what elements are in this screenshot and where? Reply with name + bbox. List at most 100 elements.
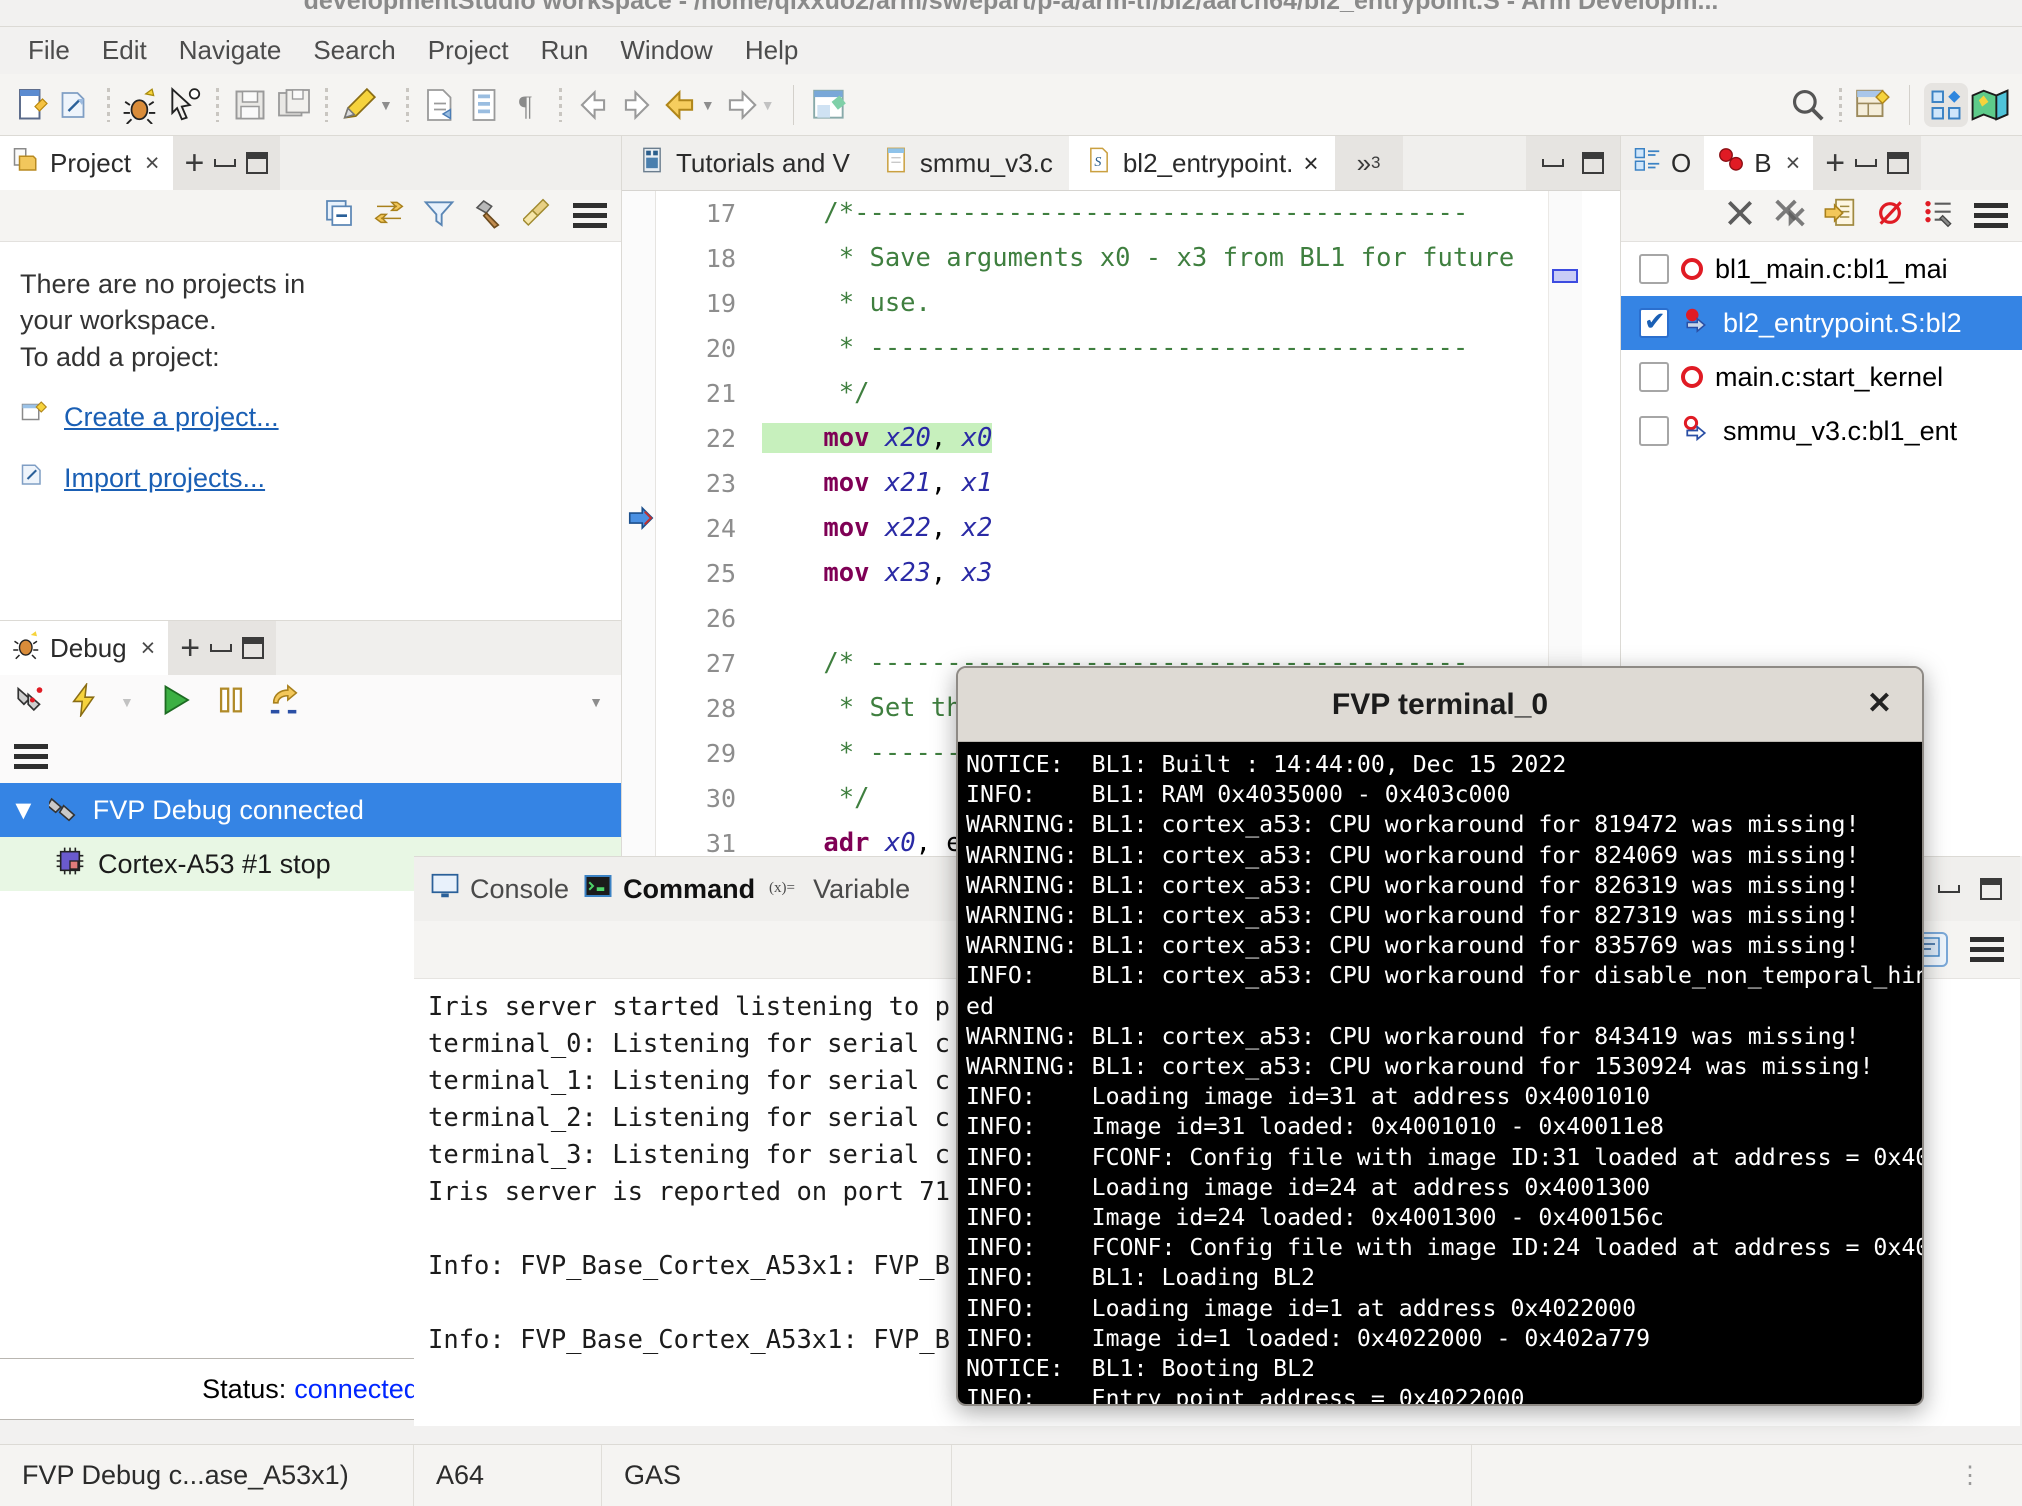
code-line[interactable]: * Save arguments x0 - x3 from BL1 for fu… [762, 236, 1620, 281]
forward-dropdown-caret[interactable]: ▼ [761, 97, 775, 113]
resume-run-icon[interactable] [158, 682, 194, 723]
close-icon[interactable]: × [1786, 149, 1801, 178]
code-line[interactable] [762, 596, 1620, 641]
tab-bl2-entrypoint[interactable]: S bl2_entrypoint. × [1068, 136, 1335, 190]
tab-tutorials-and-v[interactable]: Tutorials and V [622, 136, 866, 190]
tab-command[interactable]: Command [583, 871, 755, 908]
status-resize-grip[interactable]: ⋮ [1958, 1464, 2022, 1488]
breakpoint-checkbox[interactable] [1639, 254, 1669, 284]
disconnect-icon[interactable] [14, 683, 48, 722]
view-menu-icon[interactable] [1974, 203, 2008, 228]
step-forward-icon[interactable] [615, 83, 659, 127]
maximize-icon[interactable] [1980, 878, 2002, 900]
filter-icon[interactable] [423, 197, 455, 234]
collapse-all-icon[interactable] [323, 197, 355, 234]
code-line[interactable]: mov x22, x2 [762, 506, 1620, 551]
fvp-terminal-window[interactable]: FVP terminal_0 ✕ NOTICE: BL1: Built : 14… [956, 666, 1924, 1406]
code-line[interactable]: * use. [762, 281, 1620, 326]
minimize-icon[interactable] [1938, 885, 1960, 893]
save-icon[interactable] [228, 83, 272, 127]
more-dropdown-caret[interactable]: ▼ [589, 694, 603, 710]
tab-project[interactable]: Project × [0, 136, 173, 190]
menu-project[interactable]: Project [414, 31, 523, 70]
close-icon[interactable]: × [1303, 148, 1318, 179]
code-line[interactable]: mov x23, x3 [762, 551, 1620, 596]
tab-outline[interactable]: O [1621, 136, 1704, 190]
perspective-map-icon[interactable] [1968, 83, 2012, 127]
minimize-icon[interactable] [210, 644, 233, 652]
flash-icon[interactable] [68, 681, 102, 722]
import-icon[interactable] [54, 83, 98, 127]
menu-file[interactable]: File [14, 31, 84, 70]
table-icon[interactable] [462, 83, 506, 127]
minimize-icon[interactable] [1542, 159, 1564, 167]
maximize-icon[interactable] [242, 637, 265, 659]
view-menu-icon[interactable] [1970, 937, 2004, 962]
back-arrow-icon[interactable] [659, 83, 703, 127]
breakpoint-row-2[interactable]: main.c:start_kernel [1621, 350, 2022, 404]
debug-bug-icon[interactable] [119, 83, 163, 127]
export-icon[interactable] [418, 83, 462, 127]
forward-arrow-icon[interactable] [719, 83, 763, 127]
menu-help[interactable]: Help [731, 31, 812, 70]
clean-broom-icon[interactable] [521, 197, 555, 234]
menu-search[interactable]: Search [299, 31, 409, 70]
code-line[interactable]: * --------------------------------------… [762, 326, 1620, 371]
remove-all-breakpoints-icon[interactable] [1774, 197, 1806, 234]
debug-session-row[interactable]: ▼ FVP Debug connected [0, 783, 621, 837]
code-line[interactable]: /*--------------------------------------… [762, 191, 1620, 236]
tab-smmu-v3-c[interactable]: smmu_v3.c [866, 136, 1069, 190]
pause-icon[interactable] [214, 683, 248, 722]
perspective-devstudio-icon[interactable] [1924, 82, 1968, 127]
goto-file-icon[interactable] [1824, 197, 1856, 234]
menu-window[interactable]: Window [606, 31, 726, 70]
import-projects-link[interactable]: Import projects... [20, 459, 601, 498]
link-with-editor-icon[interactable] [373, 197, 405, 234]
view-menu-icon[interactable] [14, 743, 48, 769]
maximize-icon[interactable] [246, 152, 269, 174]
save-all-icon[interactable] [272, 83, 316, 127]
build-hammer-icon[interactable] [473, 197, 505, 234]
breakpoint-checkbox[interactable] [1639, 362, 1669, 392]
add-view-button[interactable]: + [185, 146, 205, 180]
maximize-icon[interactable] [1582, 152, 1604, 174]
debug-cursor-icon[interactable] [163, 83, 207, 127]
step-back-icon[interactable] [571, 83, 615, 127]
breakpoint-properties-icon[interactable] [1924, 197, 1956, 234]
back-dropdown-caret[interactable]: ▼ [701, 97, 715, 113]
build-dropdown-caret[interactable]: ▼ [379, 97, 393, 113]
breakpoint-row-3[interactable]: smmu_v3.c:bl1_ent [1621, 404, 2022, 458]
menu-run[interactable]: Run [527, 31, 603, 70]
open-perspective-icon[interactable] [808, 83, 852, 127]
breakpoint-row-0[interactable]: bl1_main.c:bl1_mai [1621, 242, 2022, 296]
new-perspective-icon[interactable] [1851, 83, 1895, 127]
tab-variables[interactable]: (x)= Variable [769, 873, 910, 906]
minimize-icon[interactable] [1855, 159, 1878, 167]
step-over-icon[interactable] [268, 683, 302, 722]
expander-icon[interactable]: ▼ [10, 795, 37, 826]
view-menu-icon[interactable] [573, 203, 607, 228]
skip-all-breakpoints-icon[interactable] [1874, 197, 1906, 234]
code-line[interactable]: mov x20, x0 [762, 416, 1620, 461]
search-icon[interactable] [1786, 83, 1830, 127]
add-view-button[interactable]: + [1825, 146, 1845, 180]
tab-breakpoints[interactable]: B × [1704, 136, 1814, 190]
code-line[interactable]: */ [762, 371, 1620, 416]
breakpoint-checkbox[interactable] [1639, 306, 1669, 338]
tab-debug[interactable]: Debug × [0, 621, 169, 675]
code-line[interactable]: mov x21, x1 [762, 461, 1620, 506]
minimize-icon[interactable] [214, 159, 237, 167]
editor-overview-marker[interactable] [1552, 269, 1578, 283]
new-file-icon[interactable] [10, 83, 54, 127]
close-icon[interactable]: × [145, 149, 160, 178]
breakpoint-row-1[interactable]: bl2_entrypoint.S:bl2 [1621, 296, 2022, 350]
remove-breakpoint-icon[interactable] [1724, 197, 1756, 234]
fvp-terminal-output[interactable]: NOTICE: BL1: Built : 14:44:00, Dec 15 20… [958, 742, 1922, 1404]
close-icon[interactable]: ✕ [1867, 686, 1892, 721]
fvp-titlebar[interactable]: FVP terminal_0 ✕ [958, 668, 1922, 742]
add-view-button[interactable]: + [180, 631, 200, 665]
paragraph-mark-icon[interactable]: ¶ [506, 83, 550, 127]
menu-navigate[interactable]: Navigate [165, 31, 296, 70]
menu-edit[interactable]: Edit [88, 31, 161, 70]
create-project-link[interactable]: Create a project... [20, 397, 601, 436]
